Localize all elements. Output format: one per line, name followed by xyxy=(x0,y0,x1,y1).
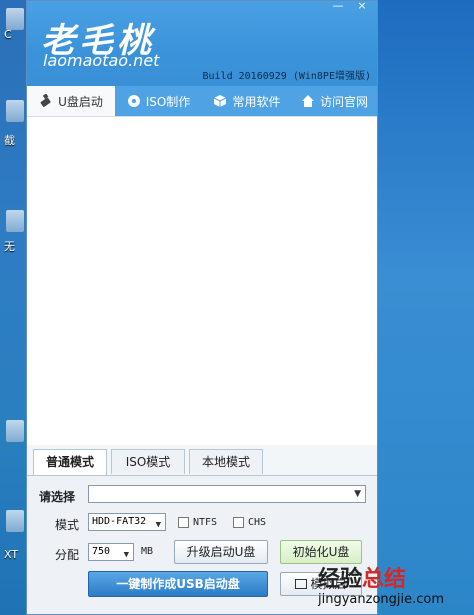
usb-icon xyxy=(39,93,53,108)
content-area xyxy=(27,116,377,445)
tab-common-software[interactable]: 常用软件 xyxy=(202,86,292,116)
desktop-label: XT xyxy=(4,548,19,561)
mode-label: 模式 xyxy=(55,518,80,532)
watermark-text: 经验总结 xyxy=(318,561,406,593)
tab-official-site[interactable]: 访问官网 xyxy=(292,86,377,116)
chevron-down-icon: ▼ xyxy=(354,489,361,499)
watermark-url: jingyanzongjie.com xyxy=(318,592,445,607)
tab-local-mode[interactable]: 本地模式 xyxy=(189,449,263,474)
tab-label: 常用软件 xyxy=(232,94,281,109)
desktop-label: C xyxy=(4,28,12,41)
mode-value: HDD-FAT32 xyxy=(92,516,147,527)
desktop-label: 无 xyxy=(4,240,15,253)
desktop-icon[interactable] xyxy=(6,510,24,532)
partition-label: 分配 xyxy=(55,548,80,562)
chevron-down-icon: ▼ xyxy=(123,550,129,560)
mode-tabs: 普通模式 ISO模式 本地模式 xyxy=(33,449,263,476)
desktop-left-strip: C 截 无 XT xyxy=(0,0,26,615)
upgrade-usb-button[interactable]: 升级启动U盘 xyxy=(174,540,268,564)
cube-icon xyxy=(213,94,227,108)
desktop-icon[interactable] xyxy=(6,210,24,232)
tab-label: 访问官网 xyxy=(319,94,368,109)
mb-unit: MB xyxy=(141,546,154,557)
logo-english: laomaotao.net xyxy=(43,51,160,70)
mode-select[interactable]: HDD-FAT32 ▼ xyxy=(88,513,166,531)
tab-normal-mode[interactable]: 普通模式 xyxy=(33,449,107,476)
ntfs-checkbox[interactable] xyxy=(178,517,189,528)
monitor-icon xyxy=(295,579,308,589)
minimize-button[interactable]: — xyxy=(327,1,349,13)
build-version: Build 20160929 (Win8PE增强版) xyxy=(202,71,371,82)
tab-label: ISO制作 xyxy=(145,94,191,109)
desktop-right-area xyxy=(378,0,474,615)
chs-checkbox[interactable] xyxy=(233,517,244,528)
tab-iso-mode[interactable]: ISO模式 xyxy=(111,449,185,474)
partition-value: 750 xyxy=(92,546,111,557)
ntfs-label: NTFS xyxy=(193,517,218,528)
title-bar[interactable]: 老毛桃 laomaotao.net Build 20160929 (Win8PE… xyxy=(27,1,377,86)
close-button[interactable]: × xyxy=(351,1,373,13)
chs-label: CHS xyxy=(248,517,267,528)
tab-usb-boot[interactable]: U盘启动 xyxy=(27,86,115,116)
make-usb-boot-button[interactable]: 一键制作成USB启动盘 xyxy=(88,571,268,597)
app-window: 老毛桃 laomaotao.net Build 20160929 (Win8PE… xyxy=(26,0,378,615)
disc-icon xyxy=(127,94,141,108)
desktop-label: 截 xyxy=(4,134,15,147)
partition-size-select[interactable]: 750 ▼ xyxy=(88,543,134,561)
main-tabs: U盘启动 ISO制作 常用软件 访问官网 xyxy=(27,86,377,116)
home-icon xyxy=(301,94,315,108)
disk-select[interactable]: ▼ xyxy=(88,485,366,503)
tab-label: U盘启动 xyxy=(58,94,103,109)
desktop-icon[interactable] xyxy=(6,8,24,30)
desktop-icon[interactable] xyxy=(6,420,24,442)
watermark-suffix: 总结 xyxy=(362,567,407,592)
select-disk-label: 请选择 xyxy=(39,490,76,504)
desktop-icon[interactable] xyxy=(6,100,24,122)
chevron-down-icon: ▼ xyxy=(155,520,161,530)
tab-iso-make[interactable]: ISO制作 xyxy=(115,86,202,116)
watermark-prefix: 经验 xyxy=(318,567,363,592)
